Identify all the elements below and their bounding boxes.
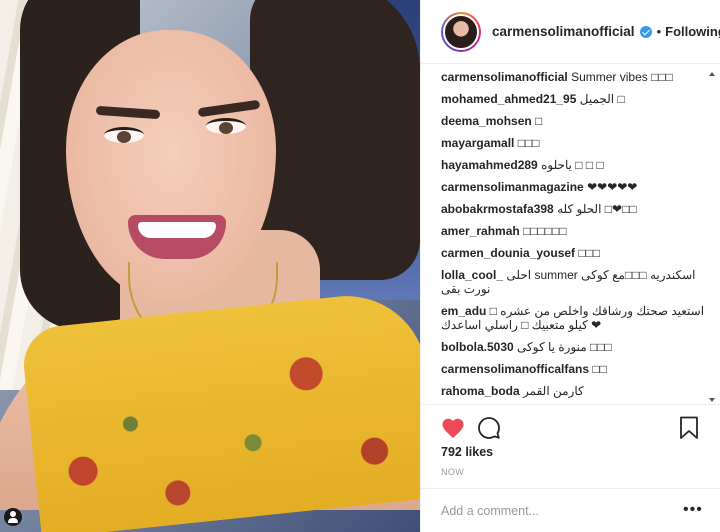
- comment-text: □□: [592, 362, 607, 376]
- comment-username[interactable]: carmensolimanofficial: [441, 70, 568, 84]
- comment-text: □□□□□□: [523, 224, 567, 238]
- list-item: carmensolimanofficalfans □□: [441, 362, 711, 376]
- scroll-up-icon[interactable]: [709, 72, 715, 76]
- comment-text: Summer vibes □□□: [571, 70, 673, 84]
- comment-username[interactable]: amer_rahmah: [441, 224, 520, 238]
- comment-text: ياحلوه □ □ □: [541, 158, 604, 172]
- list-item: em_adu □ استعيد صحتك ورشاقك واخلص من عشر…: [441, 304, 711, 332]
- comment-text: □: [535, 114, 543, 128]
- post-photo[interactable]: [0, 0, 420, 532]
- heart-icon[interactable]: [441, 417, 465, 439]
- add-comment-input[interactable]: [441, 501, 661, 521]
- comment-username[interactable]: lolla_cool_: [441, 268, 503, 282]
- photo-dress: [20, 288, 420, 532]
- comment-text: كارمن القمر: [523, 384, 584, 398]
- header-separator: •: [656, 24, 662, 39]
- bookmark-icon[interactable]: [679, 416, 699, 440]
- comment-text: □□□: [517, 136, 540, 150]
- list-item: carmen_dounia_yousef □□□: [441, 246, 711, 260]
- post-header: carmensolimanofficial • Following: [421, 0, 720, 64]
- post-sidebar: carmensolimanofficial • Following carmen…: [420, 0, 720, 532]
- list-item: mohamed_ahmed21_95 الجميل □: [441, 92, 711, 106]
- following-button[interactable]: Following: [665, 24, 720, 39]
- list-item: carmensolimanmagazine ❤❤❤❤❤: [441, 180, 711, 194]
- list-item: mayargamall □□□: [441, 136, 711, 150]
- scroll-down-icon[interactable]: [709, 398, 715, 402]
- comment-text: الحلو كله □❤□□: [557, 202, 637, 216]
- list-item: lolla_cool_ احلى summer اسكندريه □□□مع ك…: [441, 268, 711, 296]
- comment-username[interactable]: carmen_dounia_yousef: [441, 246, 575, 260]
- comment-username[interactable]: mohamed_ahmed21_95: [441, 92, 576, 106]
- comment-username[interactable]: carmensolimanmagazine: [441, 180, 584, 194]
- comment-username[interactable]: deema_mohsen: [441, 114, 532, 128]
- list-item: bolbola.5030 منورة يا كوكى □□□: [441, 340, 711, 354]
- verified-badge-icon: [639, 25, 652, 38]
- comment-username[interactable]: mayargamall: [441, 136, 514, 150]
- list-item: abobakrmostafa398 الحلو كله □❤□□: [441, 202, 711, 216]
- list-item: rahoma_boda كارمن القمر: [441, 384, 711, 398]
- list-item: carmensolimanofficial Summer vibes □□□: [441, 70, 711, 84]
- comment-username[interactable]: em_adu: [441, 304, 486, 318]
- post-timestamp[interactable]: NOW: [441, 467, 464, 477]
- list-item: amer_rahmah □□□□□□: [441, 224, 711, 238]
- comment-text: ❤❤❤❤❤: [587, 180, 638, 194]
- comment-scrollbar[interactable]: [708, 70, 716, 404]
- list-item: deema_mohsen □: [441, 114, 711, 128]
- comment-list[interactable]: carmensolimanofficial Summer vibes □□□ m…: [441, 70, 711, 404]
- tagged-user-icon[interactable]: [4, 508, 22, 526]
- add-comment-bar: •••: [421, 488, 720, 532]
- comment-text: □□□: [578, 246, 601, 260]
- comment-text: الجميل □: [579, 92, 625, 106]
- comment-username[interactable]: bolbola.5030: [441, 340, 514, 354]
- profile-avatar[interactable]: [441, 11, 481, 52]
- more-options-icon[interactable]: •••: [683, 501, 703, 519]
- comment-username[interactable]: abobakrmostafa398: [441, 202, 554, 216]
- like-count[interactable]: 792 likes: [441, 445, 493, 459]
- comment-username[interactable]: rahoma_boda: [441, 384, 520, 398]
- photo-face: [66, 30, 276, 300]
- comment-username[interactable]: carmensolimanofficalfans: [441, 362, 589, 376]
- header-username[interactable]: carmensolimanofficial: [492, 24, 635, 39]
- list-item: hayamahmed289 ياحلوه □ □ □: [441, 158, 711, 172]
- comment-icon[interactable]: [477, 416, 501, 440]
- comment-text: منورة يا كوكى □□□: [517, 340, 612, 354]
- comment-username[interactable]: hayamahmed289: [441, 158, 538, 172]
- action-bar: [421, 404, 720, 448]
